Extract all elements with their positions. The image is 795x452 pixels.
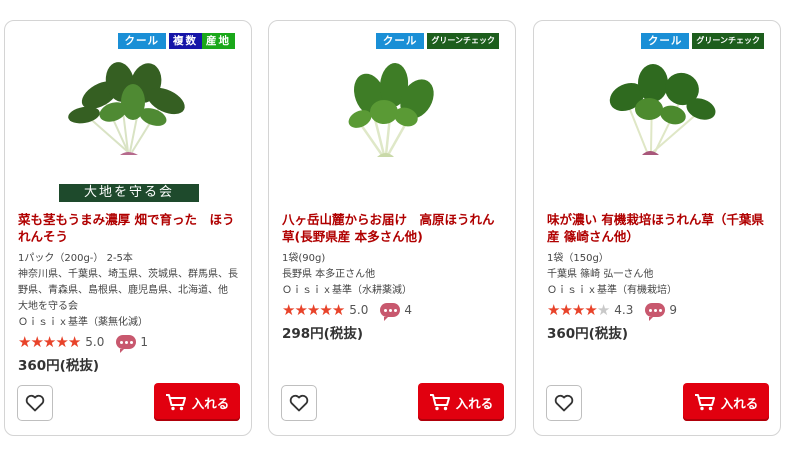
cart-icon	[429, 394, 450, 411]
product-card[interactable]: クール グリーンチェック 八ヶ岳山麓からお届け 高原ほうれん草(長野県産 本多さ…	[268, 20, 516, 436]
product-card[interactable]: クール 複数 産地 大地を守る会 菜も茎もうまみ濃厚 畑で育った ほうれんそう …	[4, 20, 252, 436]
product-info: 味が濃い 有機栽培ほうれん草（千葉県産 篠崎さん他） 1袋（150g） 千葉県 …	[547, 211, 770, 342]
rating-score: 5.0	[349, 303, 369, 317]
product-price: 360円(税抜)	[547, 326, 629, 342]
multi-origin-tag-part: 産地	[202, 33, 235, 49]
product-info: 八ヶ岳山麓からお届け 高原ほうれん草(長野県産 本多さん他) 1袋(90g) 長…	[282, 211, 505, 342]
star-empty-icon: ★	[596, 301, 610, 319]
product-detail: 1袋（150g）	[547, 253, 609, 264]
star-rating: ★★★★★	[282, 301, 345, 319]
product-card[interactable]: クール グリーンチェック 味が濃い 有機栽培ほうれん草（千葉県産 篠崎さん他） …	[533, 20, 781, 436]
heart-icon	[289, 394, 309, 412]
brand-label: 大地を守る会	[59, 184, 199, 202]
cool-tag: クール	[375, 33, 425, 49]
add-to-cart-label: 入れる	[720, 395, 759, 411]
tag-group: クール グリーンチェック	[640, 33, 764, 49]
product-image[interactable]	[5, 57, 251, 192]
favorite-button[interactable]	[281, 385, 317, 421]
multi-origin-tag-part: 複数	[169, 33, 202, 49]
star-filled-icon: ★	[282, 301, 295, 319]
product-origin: 千葉県 篠崎 弘一さん他	[547, 269, 654, 280]
cool-tag: クール	[117, 33, 166, 49]
product-title[interactable]: 味が濃い 有機栽培ほうれん草（千葉県産 篠崎さん他）	[547, 211, 770, 245]
star-filled-icon: ★	[319, 301, 332, 319]
cool-tag: クール	[640, 33, 690, 49]
rating-row[interactable]: ★★★★★ 5.0 4	[282, 300, 505, 321]
product-detail: 1パック（200g-） 2-5本	[18, 253, 133, 264]
tag-group: クール 複数 産地	[117, 33, 235, 49]
add-to-cart-button[interactable]: 入れる	[683, 383, 769, 421]
rating-row[interactable]: ★★★★★ 4.3 9	[547, 300, 770, 321]
star-filled-icon: ★	[559, 301, 572, 319]
product-image[interactable]	[269, 57, 515, 192]
rating-score: 5.0	[85, 335, 105, 349]
green-check-tag: グリーンチェック	[427, 33, 499, 49]
star-filled-icon: ★	[584, 301, 597, 319]
rating-row[interactable]: ★★★★★ 5.0 1	[18, 332, 241, 353]
star-filled-icon: ★	[30, 333, 43, 351]
review-count: 9	[669, 303, 677, 317]
star-filled-icon: ★	[331, 301, 345, 319]
product-standard: Ｏｉｓｉｘ基準（薬無化減）	[18, 317, 148, 328]
comment-icon	[645, 303, 666, 321]
favorite-button[interactable]	[546, 385, 582, 421]
add-to-cart-label: 入れる	[191, 395, 230, 411]
comment-icon	[116, 335, 137, 353]
cart-icon	[694, 394, 715, 411]
star-rating: ★★★★★	[18, 333, 81, 351]
heart-icon	[25, 394, 45, 412]
product-price: 360円(税抜)	[18, 358, 100, 374]
product-origin: 長野県 本多正さん他	[282, 269, 376, 280]
star-filled-icon: ★	[55, 333, 68, 351]
star-filled-icon: ★	[18, 333, 31, 351]
product-origin: 神奈川県、千葉県、埼玉県、茨城県、群馬県、長野県、青森県、島根県、鹿児島県、北海…	[18, 269, 238, 312]
star-filled-icon: ★	[67, 333, 81, 351]
star-filled-icon: ★	[547, 301, 560, 319]
star-filled-icon: ★	[306, 301, 320, 319]
star-rating: ★★★★★	[547, 301, 610, 319]
favorite-button[interactable]	[17, 385, 53, 421]
product-title[interactable]: 菜も茎もうまみ濃厚 畑で育った ほうれんそう	[18, 211, 241, 245]
add-to-cart-button[interactable]: 入れる	[418, 383, 504, 421]
product-image[interactable]	[534, 57, 780, 192]
comment-icon	[380, 303, 401, 321]
product-info: 菜も茎もうまみ濃厚 畑で育った ほうれんそう 1パック（200g-） 2-5本 …	[18, 211, 241, 374]
cart-icon	[165, 394, 186, 411]
review-count: 1	[140, 335, 148, 349]
rating-score: 4.3	[614, 303, 634, 317]
product-standard: Ｏｉｓｉｘ基準（水耕薬減）	[282, 285, 412, 296]
heart-icon	[554, 394, 574, 412]
star-filled-icon: ★	[294, 301, 307, 319]
star-filled-icon: ★	[571, 301, 585, 319]
product-price: 298円(税抜)	[282, 326, 364, 342]
tag-group: クール グリーンチェック	[375, 33, 499, 49]
product-detail: 1袋(90g)	[282, 253, 326, 264]
product-title[interactable]: 八ヶ岳山麓からお届け 高原ほうれん草(長野県産 本多さん他)	[282, 211, 505, 245]
product-standard: Ｏｉｓｉｘ基準（有機栽培）	[547, 285, 677, 296]
add-to-cart-label: 入れる	[455, 395, 494, 411]
review-count: 4	[404, 303, 412, 317]
green-check-tag: グリーンチェック	[692, 33, 764, 49]
multi-origin-tag: 複数 産地	[169, 33, 235, 49]
star-filled-icon: ★	[42, 333, 56, 351]
add-to-cart-button[interactable]: 入れる	[154, 383, 240, 421]
